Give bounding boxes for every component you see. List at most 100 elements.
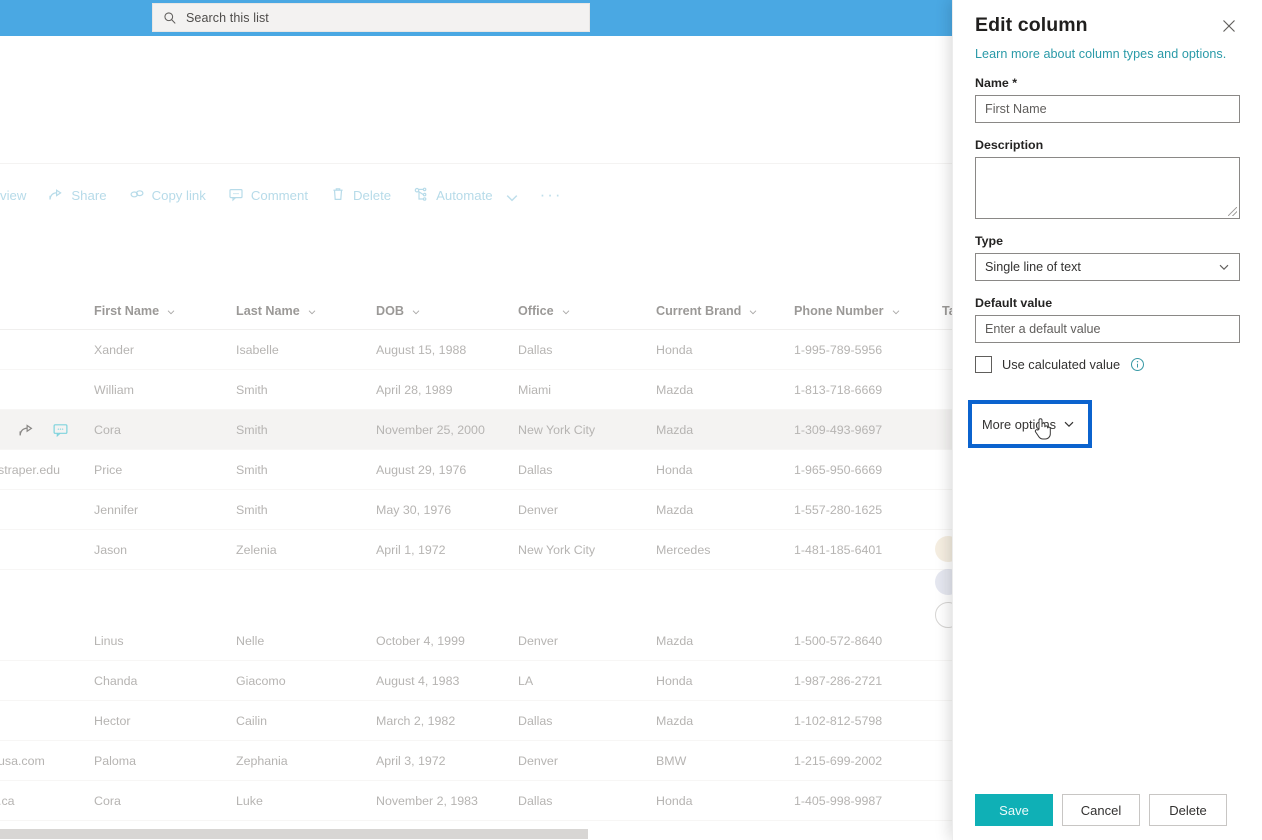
table-cell-last: Cailin bbox=[236, 713, 267, 728]
table-cell-phone: 1-309-493-9697 bbox=[794, 422, 883, 437]
horizontal-scrollbar-thumb[interactable] bbox=[0, 829, 588, 839]
table-row[interactable]: Cora Smith November 25, 2000 New York City M… bbox=[0, 410, 952, 450]
learn-more-link[interactable]: Learn more about column types and option… bbox=[953, 41, 1262, 61]
save-button[interactable]: Save bbox=[975, 794, 1053, 826]
table-cell-first: Linus bbox=[94, 633, 124, 648]
table-cell-last: Zelenia bbox=[236, 542, 277, 557]
type-select[interactable]: Single line of text bbox=[975, 253, 1240, 281]
column-header-current-brand[interactable]: Current Brand bbox=[656, 304, 794, 318]
link-icon bbox=[129, 186, 145, 205]
panel-header: Edit column bbox=[953, 0, 1262, 41]
more-options-focus-ring: More options bbox=[968, 400, 1092, 448]
table-row[interactable]: straper.edu Price Smith August 29, 1976 Dall… bbox=[0, 450, 952, 490]
table-cell-brand: Mazda bbox=[656, 382, 694, 397]
comment-icon bbox=[228, 186, 244, 205]
table-cell-office: Miami bbox=[518, 382, 552, 397]
table-cell-first: Hector bbox=[94, 713, 131, 728]
table-row-gap bbox=[0, 570, 952, 621]
info-icon[interactable] bbox=[1130, 357, 1145, 372]
automate-icon bbox=[413, 186, 429, 205]
name-field-group: Name * First Name bbox=[953, 76, 1262, 123]
column-header-tags-truncated[interactable]: Ta bbox=[942, 304, 952, 318]
table-cell-last: Smith bbox=[236, 422, 268, 437]
more-options-label: More options bbox=[982, 416, 1056, 432]
column-header-office[interactable]: Office bbox=[518, 304, 656, 318]
table-cell-first: Paloma bbox=[94, 753, 137, 768]
search-placeholder: Search this list bbox=[186, 10, 269, 25]
table-cell-office: LA bbox=[518, 673, 534, 688]
default-value-placeholder: Enter a default value bbox=[985, 322, 1101, 336]
share-icon[interactable] bbox=[18, 421, 35, 438]
table-row[interactable]: Xander Isabelle August 15, 1988 Dallas Honda… bbox=[0, 330, 952, 370]
description-textarea[interactable] bbox=[975, 157, 1240, 219]
column-header-last-name[interactable]: Last Name bbox=[236, 304, 376, 318]
toolbar-item-copy-link[interactable]: Copy link bbox=[118, 174, 217, 216]
table-row[interactable]: .ca Cora Luke November 2, 1983 Dallas Honda 1-… bbox=[0, 781, 952, 821]
column-header-label: Ta bbox=[942, 303, 952, 318]
table-row[interactable]: William Smith April 28, 1989 Miami Mazda 1-81… bbox=[0, 370, 952, 410]
close-button[interactable] bbox=[1216, 15, 1242, 41]
column-header-first-name[interactable]: First Name bbox=[94, 304, 236, 318]
table-cell-first: Cora bbox=[94, 422, 121, 437]
description-field-label: Description bbox=[975, 138, 1044, 152]
default-value-label: Default value bbox=[975, 296, 1053, 310]
type-select-value: Single line of text bbox=[985, 260, 1081, 274]
name-field[interactable]: First Name bbox=[975, 95, 1240, 123]
chevron-down-icon bbox=[561, 306, 571, 316]
table-cell-dob: August 29, 1976 bbox=[376, 462, 467, 477]
table-cell-office: New York City bbox=[518, 542, 596, 557]
toolbar-item-comment[interactable]: Comment bbox=[217, 174, 319, 216]
table-row[interactable]: usa.com Paloma Zephania April 3, 1972 Denver… bbox=[0, 741, 952, 781]
table-cell-last: Smith bbox=[236, 462, 268, 477]
search-input[interactable]: Search this list bbox=[152, 3, 590, 32]
table-cell-last: Luke bbox=[236, 793, 263, 808]
table-cell-dob: April 1, 1972 bbox=[376, 542, 446, 557]
toolbar-item-delete[interactable]: Delete bbox=[319, 174, 402, 216]
table-row[interactable]: Hector Cailin March 2, 1982 Dallas Mazda 1-10… bbox=[0, 701, 952, 741]
table-cell-first: Xander bbox=[94, 342, 134, 357]
share-icon bbox=[48, 186, 64, 205]
toolbar-item-view[interactable]: view bbox=[0, 174, 37, 216]
table-cell-office: Dallas bbox=[518, 793, 553, 808]
toolbar-label-share: Share bbox=[71, 187, 107, 203]
toolbar-label-delete: Delete bbox=[353, 187, 392, 203]
table-cell-phone: 1-500-572-8640 bbox=[794, 633, 883, 648]
use-calculated-value-checkbox[interactable] bbox=[975, 356, 992, 373]
table-cell-office: Dallas bbox=[518, 462, 553, 477]
table-cell-phone: 1-965-950-6669 bbox=[794, 462, 883, 477]
table-row[interactable]: Jason Zelenia April 1, 1972 New York City Me… bbox=[0, 530, 952, 570]
table-cell-brand: Mazda bbox=[656, 502, 694, 517]
table-cell-dob: November 25, 2000 bbox=[376, 422, 485, 437]
list-main-area: view Share Copy link Comment Delete Auto… bbox=[0, 36, 952, 840]
toolbar-overflow-button[interactable]: ··· bbox=[526, 174, 574, 216]
table-row[interactable]: Linus Nelle October 4, 1999 Denver Mazda 1-50… bbox=[0, 621, 952, 661]
table-cell-dob: April 3, 1972 bbox=[376, 753, 446, 768]
delete-button[interactable]: Delete bbox=[1149, 794, 1227, 826]
table-cell-first: Jason bbox=[94, 542, 128, 557]
table-cell-first: Cora bbox=[94, 793, 121, 808]
toolbar-label-comment: Comment bbox=[250, 187, 309, 203]
cancel-button[interactable]: Cancel bbox=[1062, 794, 1140, 826]
default-value-field-group: Default value Enter a default value bbox=[953, 296, 1262, 343]
table-row[interactable]: Jennifer Smith May 30, 1976 Denver Mazda 1-55… bbox=[0, 490, 952, 530]
table-cell-office: Denver bbox=[518, 753, 558, 768]
toolbar-item-automate[interactable]: Automate bbox=[402, 174, 525, 216]
use-calculated-value-row[interactable]: Use calculated value bbox=[953, 356, 1262, 373]
toolbar-item-share[interactable]: Share bbox=[37, 174, 117, 216]
comment-icon[interactable] bbox=[52, 421, 69, 438]
column-header-phone-number[interactable]: Phone Number bbox=[794, 304, 942, 318]
horizontal-scrollbar[interactable] bbox=[0, 828, 952, 840]
table-cell-last: Isabelle bbox=[236, 342, 279, 357]
table-cell-brand: Mazda bbox=[656, 713, 694, 728]
chevron-down-icon bbox=[411, 306, 421, 316]
column-header-dob[interactable]: DOB bbox=[376, 304, 518, 318]
top-header-bar: Search this list bbox=[0, 0, 952, 36]
table-cell-last: Nelle bbox=[236, 633, 265, 648]
column-header-label: Phone Number bbox=[794, 303, 884, 318]
column-header-label: Last Name bbox=[236, 303, 300, 318]
table-cell-first: Price bbox=[94, 462, 123, 477]
chevron-down-icon bbox=[166, 306, 176, 316]
default-value-input[interactable]: Enter a default value bbox=[975, 315, 1240, 343]
more-options-button[interactable]: More options bbox=[972, 404, 1088, 444]
table-row[interactable]: Chanda Giacomo August 4, 1983 LA Honda 1-987-… bbox=[0, 661, 952, 701]
